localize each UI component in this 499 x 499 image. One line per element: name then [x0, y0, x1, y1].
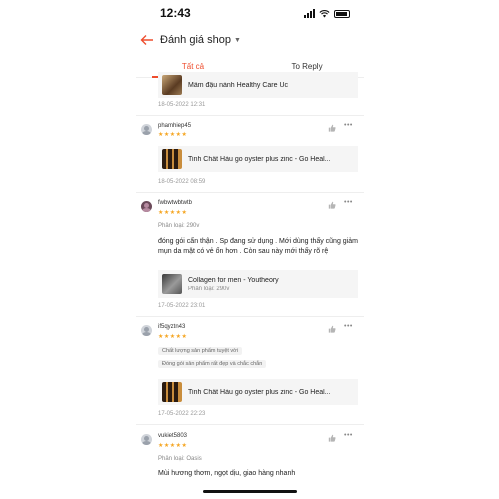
divider: [136, 115, 364, 116]
shop-review-dropdown[interactable]: Đánh giá shop ▼: [160, 34, 241, 46]
avatar: [141, 124, 152, 135]
product-card[interactable]: Tinh Chất Hàu go oyster plus zinc - Go H…: [158, 146, 358, 172]
signal-icon: [304, 9, 315, 18]
rating-stars: ★★★★★: [158, 132, 188, 138]
review-date: 18-05-2022 08:59: [158, 179, 206, 185]
page-header: Đánh giá shop ▼: [136, 28, 364, 56]
divider: [136, 316, 364, 317]
status-bar: 12:43: [136, 0, 364, 28]
product-name: Collagen for men - Youtheory: [188, 276, 279, 284]
review-list[interactable]: Mầm đậu nành Healthy Care Úc 18-05-2022 …: [136, 72, 364, 499]
review-username: fwbwtwbtwtb: [158, 200, 193, 206]
like-icon[interactable]: [328, 325, 336, 333]
review-tag: Chất lượng sản phẩm tuyệt vời: [158, 347, 243, 355]
review-comment: đóng gói cẩn thận . Sp đang sử dụng . Mớ…: [158, 238, 358, 255]
chevron-down-icon: ▼: [233, 36, 241, 44]
review-comment: Mùi hương thơm, ngọt dịu, giao hàng nhan…: [158, 470, 296, 477]
avatar: [141, 325, 152, 336]
review-variant: Phân loại: Oasis: [158, 456, 202, 462]
product-card[interactable]: Tinh Chất Hàu go oyster plus zinc - Go H…: [158, 379, 358, 405]
review-variant: Phân loại: 290v: [158, 223, 200, 229]
more-icon[interactable]: •••: [344, 432, 353, 439]
review-tag: Đóng gói sản phẩm rất đẹp và chắc chắn: [158, 360, 267, 368]
status-icons: [304, 9, 350, 18]
page-title: Đánh giá shop: [160, 34, 231, 46]
more-icon[interactable]: •••: [344, 323, 353, 330]
product-name: Mầm đậu nành Healthy Care Úc: [188, 81, 288, 89]
left-margin: [0, 0, 136, 499]
product-thumbnail: [162, 382, 182, 402]
wifi-icon: [319, 9, 330, 18]
more-icon[interactable]: •••: [344, 199, 353, 206]
divider: [136, 424, 364, 425]
divider: [136, 192, 364, 193]
like-icon[interactable]: [328, 434, 336, 442]
right-margin: [363, 0, 499, 499]
product-thumbnail: [162, 75, 182, 95]
home-indicator[interactable]: [203, 490, 297, 493]
phone-screen: 12:43 Đánh giá shop ▼ Tất cả To Reply Mầ…: [136, 0, 364, 499]
review-username: phamhiep45: [158, 123, 192, 129]
product-variant: Phân loại: 290v: [188, 285, 230, 292]
review-date: 17-05-2022 22:23: [158, 411, 206, 417]
back-arrow-icon[interactable]: [140, 33, 154, 47]
review-date: 17-05-2022 23:01: [158, 303, 206, 309]
product-card[interactable]: Collagen for men - Youtheory Phân loại: …: [158, 270, 358, 298]
rating-stars: ★★★★★: [158, 334, 188, 340]
avatar: [141, 201, 152, 212]
product-thumbnail: [162, 149, 182, 169]
review-username: if5qyztn43: [158, 324, 186, 330]
like-icon[interactable]: [328, 201, 336, 209]
avatar: [141, 434, 152, 445]
more-icon[interactable]: •••: [344, 122, 353, 129]
review-username: vukiet5803: [158, 433, 188, 439]
product-card[interactable]: Mầm đậu nành Healthy Care Úc: [158, 72, 358, 98]
battery-icon: [334, 9, 350, 18]
product-thumbnail: [162, 274, 182, 294]
like-icon[interactable]: [328, 124, 336, 132]
review-date: 18-05-2022 12:31: [158, 102, 206, 108]
product-name: Tinh Chất Hàu go oyster plus zinc - Go H…: [188, 388, 331, 396]
rating-stars: ★★★★★: [158, 443, 188, 449]
product-name: Tinh Chất Hàu go oyster plus zinc - Go H…: [188, 155, 331, 163]
status-time: 12:43: [160, 6, 191, 20]
rating-stars: ★★★★★: [158, 210, 188, 216]
